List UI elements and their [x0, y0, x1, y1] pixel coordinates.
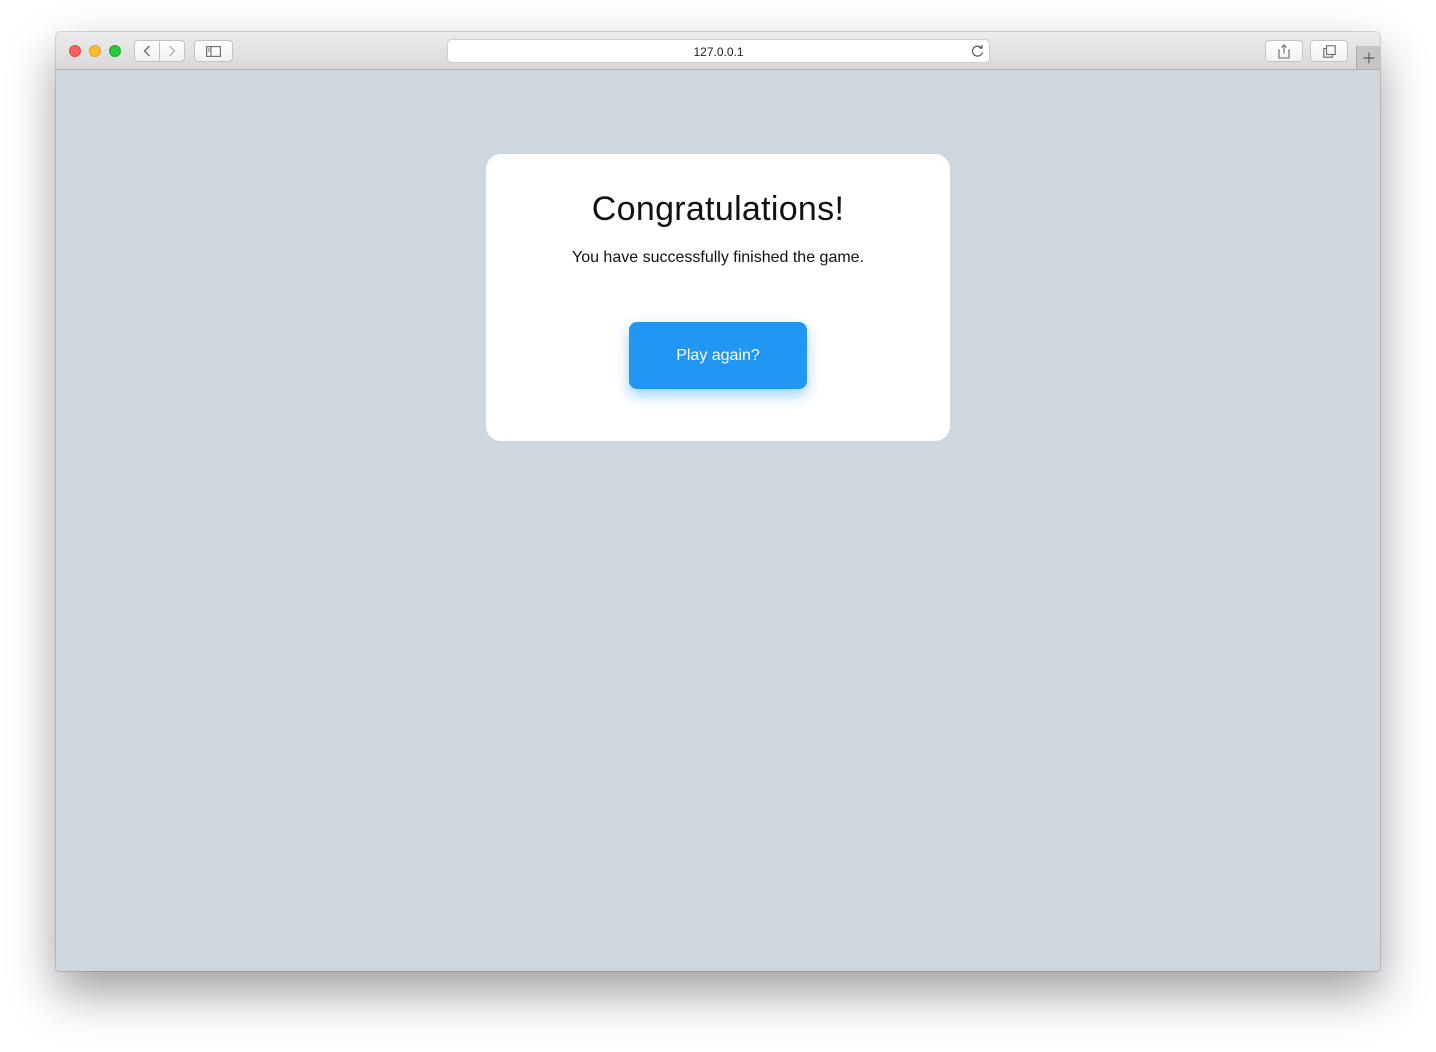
chevron-right-icon	[169, 45, 176, 57]
chevron-left-icon	[143, 45, 150, 57]
address-url: 127.0.0.1	[693, 45, 744, 59]
page-content: Congratulations! You have successfully f…	[56, 70, 1380, 971]
reload-icon	[971, 45, 983, 57]
dialog-title: Congratulations!	[591, 190, 845, 228]
address-bar[interactable]: 127.0.0.1	[447, 39, 990, 63]
sidebar-toggle-button[interactable]	[194, 40, 233, 62]
tabs-overview-icon	[1322, 44, 1336, 58]
new-tab-button[interactable]	[1356, 46, 1380, 69]
tab-overview-button[interactable]	[1310, 40, 1348, 62]
plus-icon	[1363, 52, 1375, 63]
minimize-window-button[interactable]	[89, 45, 101, 57]
share-button[interactable]	[1265, 40, 1303, 62]
sidebar-icon	[206, 45, 221, 57]
dialog-message: You have successfully finished the game.	[571, 249, 865, 266]
close-window-button[interactable]	[69, 45, 81, 57]
back-button[interactable]	[134, 40, 160, 62]
congratulations-dialog: Congratulations! You have successfully f…	[486, 154, 950, 441]
play-again-button[interactable]: Play again?	[629, 322, 807, 389]
browser-toolbar: 127.0.0.1	[56, 32, 1380, 70]
share-icon	[1278, 43, 1290, 59]
forward-button[interactable]	[159, 40, 185, 62]
maximize-window-button[interactable]	[109, 45, 121, 57]
reload-button[interactable]	[971, 44, 984, 63]
browser-window: 127.0.0.1 Congratulations! You have succ…	[56, 32, 1380, 971]
